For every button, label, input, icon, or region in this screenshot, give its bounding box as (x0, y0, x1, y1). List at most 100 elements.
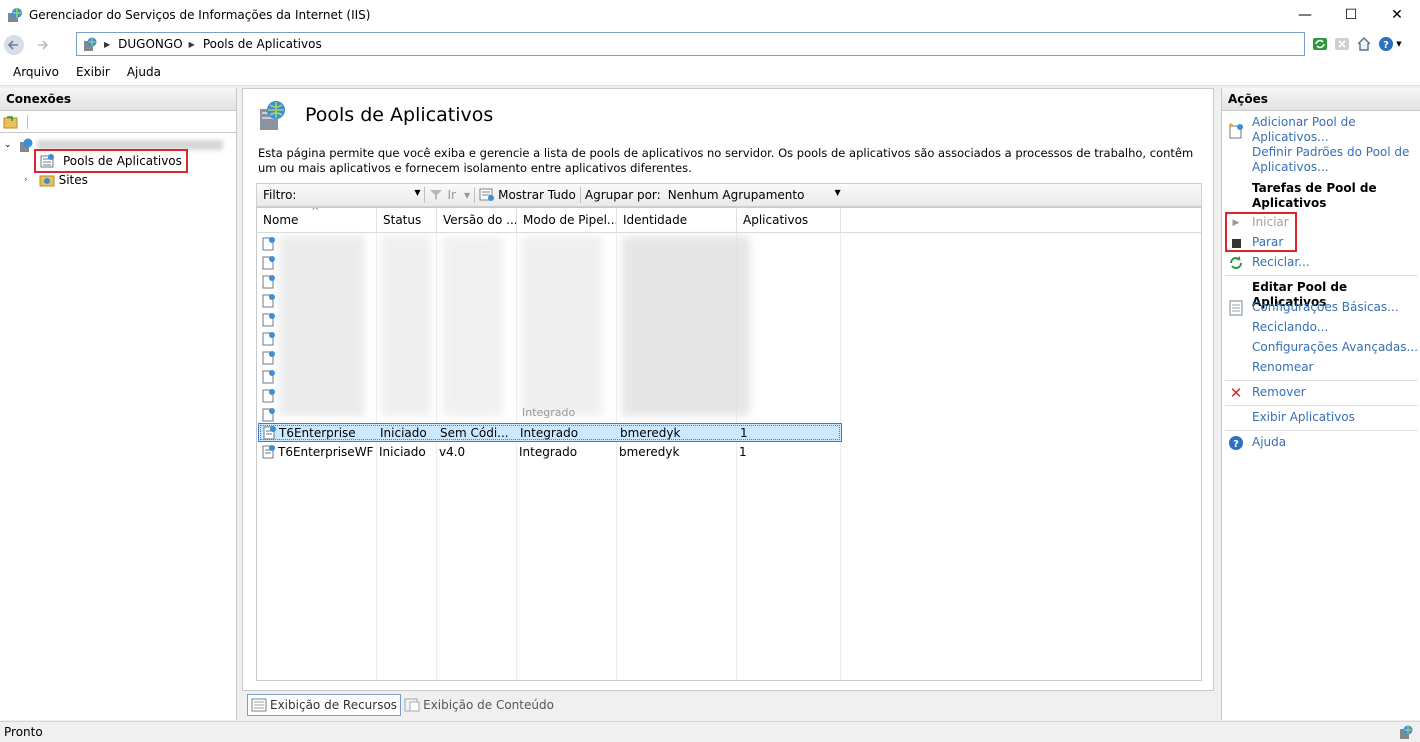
show-all-icon (479, 188, 495, 201)
cell-status: Iniciado (380, 425, 427, 440)
column-header-name[interactable]: Nome ^ (257, 208, 377, 233)
tree-item-pools[interactable]: Pools de Aplicativos (34, 149, 188, 173)
app-pool-icon (262, 275, 275, 289)
column-header-apps[interactable]: Aplicativos (737, 208, 841, 233)
start-link[interactable]: Iniciar (1252, 215, 1289, 230)
actions-divider (1225, 380, 1418, 381)
menu-file[interactable]: Arquivo (13, 65, 59, 79)
app-pools-table: Nome ^ Status Versão do .... Modo de Pip… (256, 207, 1202, 681)
close-button[interactable]: ✕ (1374, 0, 1420, 30)
back-arrow-icon (8, 39, 18, 50)
home-icon[interactable] (1355, 35, 1373, 53)
table-row[interactable]: T6EnterpriseWF Iniciado v4.0 Integrado b… (258, 442, 842, 461)
help-dropdown-icon[interactable]: ? ▼ (1377, 35, 1403, 53)
group-by-select[interactable]: Nenhum Agrupamento ▼ (665, 186, 845, 204)
actions-divider (1225, 430, 1418, 431)
breadcrumb-server[interactable]: DUGONGO (118, 37, 183, 51)
window-title: Gerenciador do Serviços de Informações d… (29, 8, 371, 22)
column-header-version[interactable]: Versão do .... (437, 208, 517, 233)
advanced-settings-link[interactable]: Configurações Avançadas... (1252, 340, 1418, 355)
add-pool-link[interactable]: Adicionar Pool de Aplicativos... (1252, 115, 1392, 145)
redacted-version (443, 236, 503, 416)
help-link[interactable]: Ajuda (1252, 435, 1286, 450)
page-description: Esta página permite que você exiba e ger… (258, 146, 1194, 175)
cell-name: T6Enterprise (279, 425, 356, 440)
sites-folder-icon (39, 175, 55, 187)
group-by-dropdown-icon[interactable]: ▼ (835, 188, 841, 197)
tab-content-view-label: Exibição de Conteúdo (423, 698, 554, 712)
app-pool-icon (262, 256, 275, 270)
back-button[interactable] (4, 34, 24, 55)
cell-version: v4.0 (439, 444, 466, 459)
sort-ascending-icon: ^ (311, 208, 320, 217)
group-by-value: Nenhum Agrupamento (667, 188, 805, 202)
actions-divider (1225, 405, 1418, 406)
column-header-pipeline[interactable]: Modo de Pipel... (517, 208, 617, 233)
view-apps-link[interactable]: Exibir Aplicativos (1252, 410, 1355, 425)
minimize-button[interactable]: — (1282, 0, 1328, 30)
forward-button[interactable] (32, 35, 52, 55)
expand-chevron-icon[interactable]: › (24, 175, 28, 185)
actions-divider (1225, 275, 1418, 276)
tree-item-sites[interactable]: › Sites (24, 171, 88, 189)
start-play-icon: ▶ (1232, 218, 1240, 228)
app-pool-icon (262, 370, 275, 384)
app-pool-icon (262, 408, 275, 422)
set-defaults-link[interactable]: Definir Padrões do Pool de Aplicativos..… (1252, 145, 1412, 175)
cell-identity: bmeredyk (619, 444, 680, 459)
collapse-chevron-icon[interactable]: ⌄ (4, 140, 12, 150)
basic-settings-link[interactable]: Configurações Básicas... (1252, 300, 1399, 315)
go-button[interactable]: Ir (447, 188, 455, 202)
app-pool-icon (262, 237, 275, 251)
actions-panel: Ações Adicionar Pool de Aplicativos... D… (1221, 88, 1420, 720)
tab-features-view[interactable]: Exibição de Recursos (247, 694, 402, 716)
filter-funnel-icon (430, 190, 443, 200)
recycle-link[interactable]: Reciclar... (1252, 255, 1310, 270)
cell-apps: 1 (739, 444, 747, 459)
menu-view[interactable]: Exibir (76, 65, 110, 79)
stop-link[interactable]: Parar (1252, 235, 1283, 250)
toolbar-separator (474, 187, 476, 203)
column-name-label: Nome (263, 213, 299, 227)
cell-pipeline: Integrado (520, 425, 579, 440)
connect-icon[interactable] (3, 114, 19, 130)
show-all-button[interactable]: Mostrar Tudo (498, 188, 576, 202)
tab-content-view[interactable]: Exibição de Conteúdo (401, 694, 557, 716)
cell-name: T6EnterpriseWF (278, 444, 374, 459)
cell-identity: bmeredyk (620, 425, 681, 440)
recycling-link[interactable]: Reciclando... (1252, 320, 1328, 335)
filter-toolbar: Filtro: ▼ Ir ▼ Mostrar Tudo Agrupar por:… (256, 183, 1202, 207)
app-pool-icon (262, 313, 275, 327)
remove-link[interactable]: Remover (1252, 385, 1306, 400)
tree-item-pools-label: Pools de Aplicativos (63, 154, 182, 168)
group-by-label: Agrupar por: (584, 188, 661, 202)
redacted-status (381, 236, 431, 416)
breadcrumb[interactable]: ▶ DUGONGO ▶ Pools de Aplicativos (76, 32, 1305, 56)
stop-icon[interactable] (1333, 35, 1351, 53)
column-header-identity[interactable]: Identidade (617, 208, 737, 233)
rename-link[interactable]: Renomear (1252, 360, 1314, 375)
title-bar: Gerenciador do Serviços de Informações d… (0, 0, 1420, 30)
breadcrumb-separator-icon: ▶ (188, 39, 195, 49)
filter-dropdown-icon[interactable]: ▼ (414, 188, 420, 197)
tab-features-view-label: Exibição de Recursos (270, 698, 398, 712)
filter-input[interactable]: ▼ (300, 186, 420, 204)
app-pool-icon (40, 154, 54, 168)
cell-pipeline: Integrado (519, 444, 578, 459)
page-title: Pools de Aplicativos (305, 104, 494, 126)
remove-x-icon: ✕ (1229, 384, 1243, 402)
table-row[interactable]: T6Enterprise Iniciado Sem Códi... Integr… (258, 423, 842, 442)
status-text: Pronto (4, 725, 43, 739)
redacted-pipeline (522, 236, 602, 416)
refresh-icon[interactable] (1311, 35, 1329, 53)
column-header-status[interactable]: Status (377, 208, 437, 233)
app-pools-feature-icon (260, 101, 285, 130)
breadcrumb-pools[interactable]: Pools de Aplicativos (203, 37, 322, 51)
menu-help[interactable]: Ajuda (127, 65, 161, 79)
go-dropdown-icon[interactable]: ▼ (464, 191, 470, 200)
app-pool-icon (262, 332, 275, 346)
tasks-heading: Tarefas de Pool de Aplicativos (1252, 181, 1377, 210)
toolbar-separator (424, 187, 426, 203)
server-icon (84, 37, 97, 51)
maximize-button[interactable]: ☐ (1328, 0, 1374, 30)
